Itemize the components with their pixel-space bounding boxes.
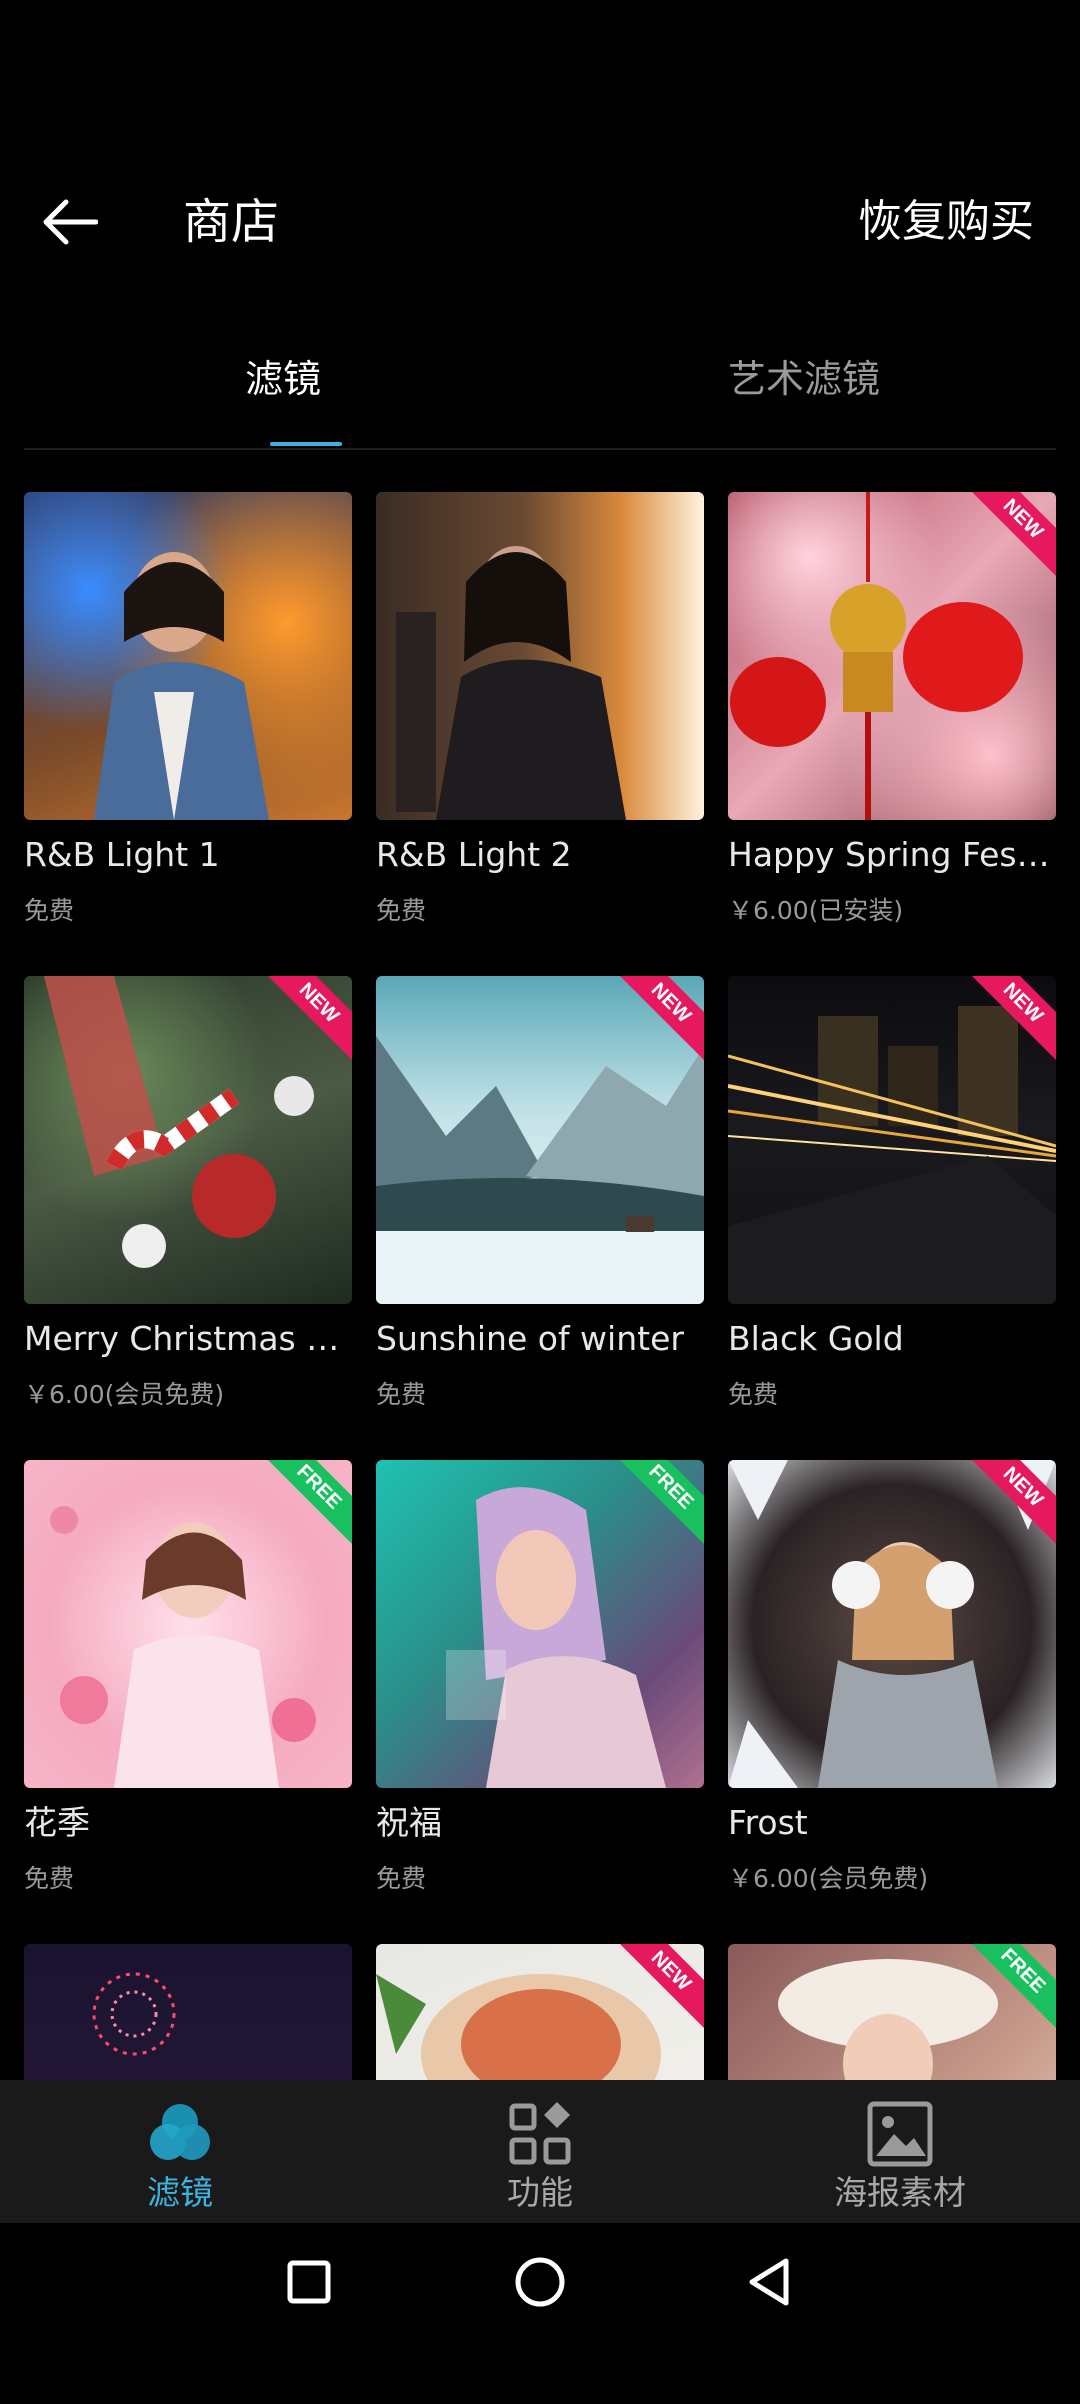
filter-thumbnail: NEW bbox=[24, 976, 352, 1304]
nav-item-filters[interactable]: 滤镜 bbox=[0, 2080, 360, 2223]
christmas-photo bbox=[44, 976, 314, 1268]
filter-price: 免费 bbox=[728, 1380, 779, 1409]
filter-price: ￥6.00(已安装) bbox=[728, 896, 904, 925]
portrait-photo bbox=[396, 546, 626, 820]
filter-thumbnail: NEW bbox=[376, 976, 704, 1304]
portrait-photo bbox=[728, 1460, 1056, 1788]
lantern-photo bbox=[730, 492, 1023, 820]
filter-name: Frost bbox=[728, 1803, 808, 1842]
city-night-photo bbox=[728, 1006, 1056, 1304]
page-title: 商店 bbox=[183, 194, 280, 250]
filter-card[interactable]: NEW Black Gold 免费 bbox=[728, 976, 1056, 1436]
filter-thumbnail: NEW bbox=[728, 492, 1056, 820]
filter-card[interactable]: R&B Light 2 免费 bbox=[376, 492, 704, 952]
filter-card[interactable]: FREE 花季 免费 bbox=[24, 1460, 352, 1920]
filter-name: Happy Spring Festi… bbox=[728, 835, 1056, 874]
bottom-navigation: 滤镜 功能 海报素材 bbox=[0, 2080, 1080, 2223]
nav-item-poster-assets[interactable]: 海报素材 bbox=[720, 2080, 1080, 2223]
nav-label: 滤镜 bbox=[147, 2173, 213, 2212]
filter-name: 祝福 bbox=[376, 1803, 442, 1842]
category-tabs: 滤镜 艺术滤镜 bbox=[24, 330, 1056, 450]
app-header: 商店 恢复购买 bbox=[0, 150, 1080, 295]
filter-thumbnail bbox=[376, 492, 704, 820]
filter-card[interactable]: NEW Sunshine of winter 免费 bbox=[376, 976, 704, 1436]
filter-name: Merry Christmas an… bbox=[24, 1319, 352, 1358]
back-triangle-icon[interactable] bbox=[736, 2247, 806, 2317]
filter-thumbnail: FREE bbox=[24, 1460, 352, 1788]
filter-name: Sunshine of winter bbox=[376, 1319, 684, 1358]
filter-price: 免费 bbox=[24, 1864, 75, 1893]
active-tab-indicator bbox=[270, 442, 342, 446]
nav-label: 功能 bbox=[507, 2173, 573, 2212]
status-bar bbox=[0, 0, 1080, 150]
filter-thumbnail bbox=[24, 492, 352, 820]
home-icon[interactable] bbox=[505, 2247, 575, 2317]
filter-name: Black Gold bbox=[728, 1319, 904, 1358]
image-icon bbox=[867, 2101, 933, 2167]
filter-name: R&B Light 2 bbox=[376, 835, 572, 874]
back-button[interactable] bbox=[28, 180, 112, 264]
nav-label: 海报素材 bbox=[834, 2173, 966, 2212]
restore-purchase-button[interactable]: 恢复购买 bbox=[858, 192, 1034, 252]
filter-icon bbox=[150, 2104, 210, 2160]
filter-price: 免费 bbox=[376, 1380, 427, 1409]
filter-thumbnail: FREE bbox=[376, 1460, 704, 1788]
grid-icon bbox=[509, 2102, 571, 2165]
filter-card[interactable]: NEW Merry Christmas an… ￥6.00(会员免费) bbox=[24, 976, 352, 1436]
tab-art-filters[interactable]: 艺术滤镜 bbox=[728, 354, 880, 404]
filter-price: ￥6.00(会员免费) bbox=[728, 1864, 929, 1893]
portrait-photo bbox=[50, 1506, 316, 1788]
filter-card[interactable]: NEW Happy Spring Festi… ￥6.00(已安装) bbox=[728, 492, 1056, 952]
filter-name: 花季 bbox=[24, 1803, 90, 1842]
filter-name: R&B Light 1 bbox=[24, 835, 220, 874]
winter-landscape-photo bbox=[376, 1036, 704, 1304]
arrow-left-icon bbox=[43, 199, 98, 245]
filter-thumbnail: NEW bbox=[728, 976, 1056, 1304]
filter-price: ￥6.00(会员免费) bbox=[24, 1380, 225, 1409]
filter-price: 免费 bbox=[376, 896, 427, 925]
system-navigation-bar bbox=[0, 2223, 1080, 2340]
portrait-photo bbox=[446, 1487, 666, 1788]
tab-filters[interactable]: 滤镜 bbox=[245, 354, 321, 404]
nav-item-functions[interactable]: 功能 bbox=[360, 2080, 720, 2223]
filter-price: 免费 bbox=[376, 1864, 427, 1893]
portrait-photo bbox=[94, 552, 269, 820]
recent-apps-icon[interactable] bbox=[274, 2247, 344, 2317]
filter-card[interactable]: R&B Light 1 免费 bbox=[24, 492, 352, 952]
filter-card[interactable]: FREE 祝福 免费 bbox=[376, 1460, 704, 1920]
filter-thumbnail: NEW bbox=[728, 1460, 1056, 1788]
filter-card[interactable]: NEW Frost ￥6.00(会员免费) bbox=[728, 1460, 1056, 1920]
filter-price: 免费 bbox=[24, 896, 75, 925]
